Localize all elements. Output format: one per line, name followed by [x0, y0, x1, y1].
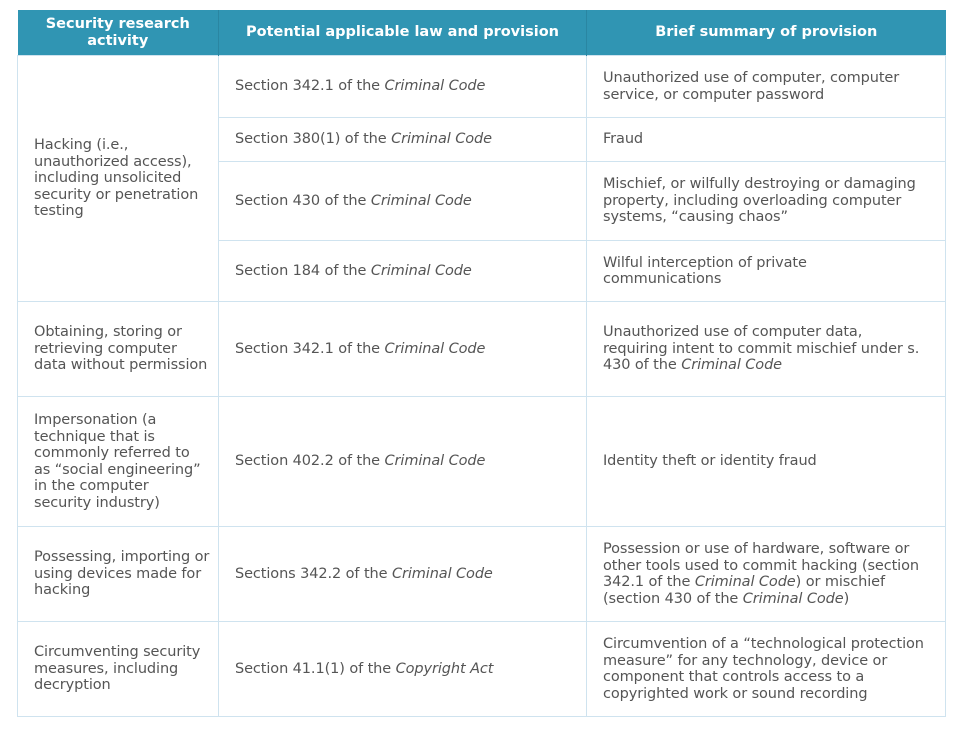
table-row: Impersonation (a technique that is commo… [17, 396, 946, 527]
law-prefix: Section 380(1) of the [235, 131, 392, 148]
law-prefix: Section 342.1 of the [235, 78, 385, 95]
header-law: Potential applicable law and provision [218, 10, 587, 56]
summary-text: Identity theft or identity fraud [603, 453, 817, 470]
law-title: Criminal Code [391, 131, 492, 148]
summary-cell: Wilful interception of private communica… [586, 240, 946, 302]
header-activity: Security research activity [17, 10, 219, 56]
summary-law-title: Criminal Code [681, 357, 782, 374]
summary-law-title: Criminal Code [694, 574, 796, 590]
law-title: Criminal Code [384, 453, 486, 470]
law-prefix: Section 41.1(1) of the [235, 660, 396, 677]
summary-text: Circumvention of a “technological protec… [603, 636, 924, 702]
summary-cell: Fraud [586, 117, 946, 162]
table-body: Hacking (i.e., unauthorized access), inc… [17, 55, 946, 717]
summary-law-title: Criminal Code [742, 590, 844, 607]
law-title: Criminal Code [370, 192, 472, 209]
activity-cell: Circumventing security measures, includi… [17, 621, 219, 717]
header-summary: Brief summary of provision [586, 10, 946, 56]
law-cell: Section 430 of the Criminal Code [218, 161, 587, 241]
table-header: Security research activity Potential app… [17, 10, 946, 56]
activity-cell: Possessing, importing or using devices m… [17, 526, 219, 622]
law-title: Criminal Code [370, 262, 472, 279]
summary-text: Mischief, or wilfully destroying or dama… [603, 176, 916, 226]
law-title: Copyright Act [395, 660, 494, 677]
law-cell: Section 380(1) of the Criminal Code [218, 117, 587, 162]
activity-cell: Hacking (i.e., unauthorized access), inc… [17, 55, 219, 302]
summary-text: Unauthorized use of computer, computer s… [603, 70, 900, 103]
law-prefix: Sections 342.2 of the [235, 565, 392, 582]
summary-cell: Possession or use of hardware, software … [586, 526, 946, 622]
summary-cell: Mischief, or wilfully destroying or dama… [586, 161, 946, 241]
table-row: Possessing, importing or using devices m… [17, 526, 946, 622]
law-prefix: Section 430 of the [235, 192, 371, 209]
summary-text: Fraud [603, 131, 644, 148]
activity-cell: Impersonation (a technique that is commo… [17, 396, 219, 527]
law-cell: Section 342.1 of the Criminal Code [218, 55, 587, 118]
summary-cell: Unauthorized use of computer, computer s… [586, 55, 946, 118]
law-prefix: Section 342.1 of the [235, 340, 385, 357]
header-row: Security research activity Potential app… [17, 10, 946, 56]
table-row: Hacking (i.e., unauthorized access), inc… [17, 55, 946, 302]
law-cell: Section 41.1(1) of the Copyright Act [218, 621, 587, 717]
summary-text: Wilful interception of private communica… [603, 254, 807, 288]
law-prefix: Section 402.2 of the [235, 453, 385, 470]
table-row: Obtaining, storing or retrieving compute… [17, 301, 946, 397]
table-row: Circumventing security measures, includi… [17, 621, 946, 717]
security-research-law-table: Security research activity Potential app… [17, 10, 946, 717]
law-cell: Sections 342.2 of the Criminal Code [218, 526, 587, 622]
activity-cell: Obtaining, storing or retrieving compute… [17, 301, 219, 397]
summary-cell: Identity theft or identity fraud [586, 396, 946, 527]
law-cell: Section 402.2 of the Criminal Code [218, 396, 587, 527]
law-title: Criminal Code [384, 78, 486, 95]
law-prefix: Section 184 of the [235, 262, 371, 279]
summary-text: ) [843, 590, 850, 607]
summary-cell: Unauthorized use of computer data, requi… [586, 301, 946, 397]
summary-cell: Circumvention of a “technological protec… [586, 621, 946, 717]
law-cell: Section 184 of the Criminal Code [218, 240, 587, 302]
law-title: Criminal Code [391, 565, 493, 582]
law-cell: Section 342.1 of the Criminal Code [218, 301, 587, 397]
law-title: Criminal Code [384, 340, 486, 357]
